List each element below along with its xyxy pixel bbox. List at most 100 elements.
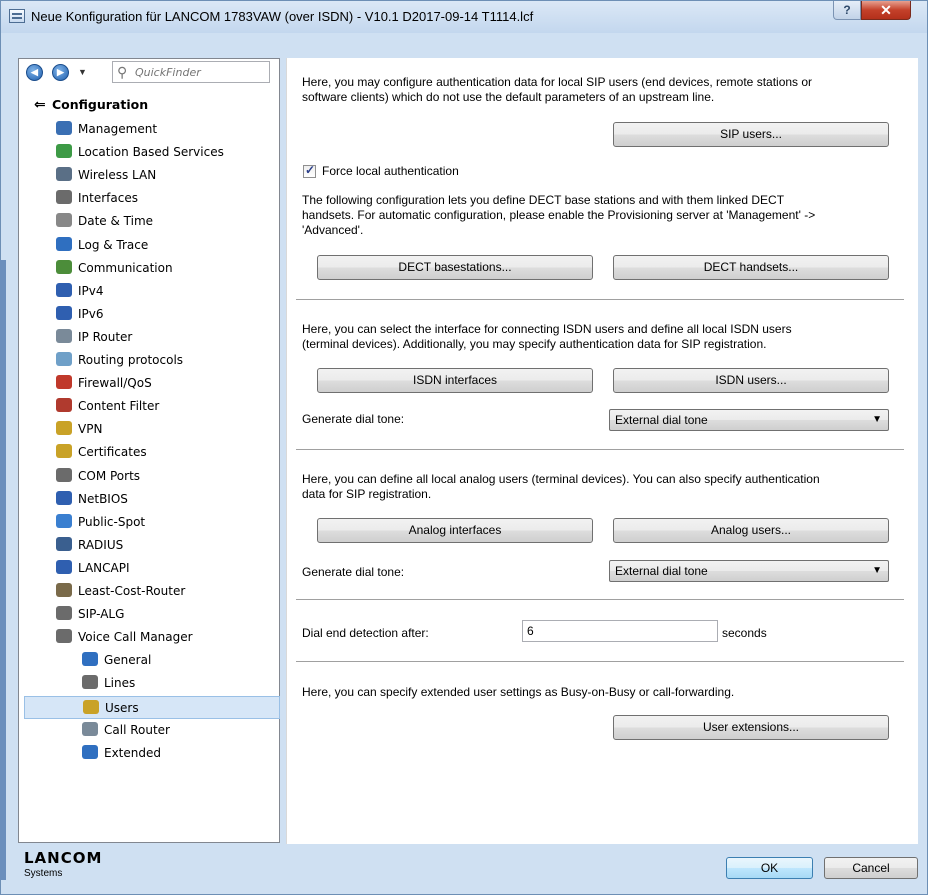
analog-users-button[interactable]: Analog users...: [613, 518, 889, 543]
lancom-logo-sub: Systems: [24, 868, 63, 879]
back-button[interactable]: ◀: [26, 64, 43, 81]
wlan-icon: [56, 167, 72, 182]
publicspot-icon: [56, 513, 72, 528]
help-button[interactable]: ?: [833, 1, 861, 20]
tree-root-configuration[interactable]: ⇐ Configuration: [34, 94, 148, 116]
lock-icon: [56, 421, 72, 436]
history-dropdown-icon[interactable]: ▼: [78, 67, 87, 77]
tree-item-label: Voice Call Manager: [78, 630, 193, 645]
isdn-dial-tone-label: Generate dial tone:: [302, 412, 405, 426]
tree-item-content-filter[interactable]: Content Filter: [24, 395, 280, 418]
routing-icon: [56, 352, 72, 366]
tree-item-netbios[interactable]: NetBIOS: [24, 488, 280, 511]
tree-item-certificates[interactable]: Certificates: [24, 441, 280, 464]
tree-item-label: Users: [105, 700, 139, 715]
tree-item-log-trace[interactable]: Log & Trace: [24, 234, 280, 257]
tree-item-lancapi[interactable]: LANCAPI: [24, 557, 280, 580]
close-button[interactable]: ✕: [861, 1, 911, 20]
tree-item-label: NetBIOS: [78, 491, 128, 506]
tree-item-general[interactable]: General: [24, 649, 280, 672]
tree-item-label: Extended: [104, 745, 161, 760]
user-extensions-button[interactable]: User extensions...: [613, 715, 889, 740]
sip-description: Here, you may configure authentication d…: [302, 75, 813, 104]
analog-interfaces-button[interactable]: Analog interfaces: [317, 518, 593, 543]
tree-item-label: IPv4: [78, 283, 104, 298]
network-icon: [56, 490, 72, 505]
dial-end-input[interactable]: 6: [522, 620, 718, 642]
tree-item-least-cost-router[interactable]: Least-Cost-Router: [24, 580, 280, 603]
tree-item-radius[interactable]: RADIUS: [24, 534, 280, 557]
tree-item-communication[interactable]: Communication: [24, 257, 280, 280]
tree-item-label: Call Router: [104, 722, 170, 737]
tree-item-location-based-services[interactable]: Location Based Services: [24, 141, 280, 164]
window-icon: [9, 9, 25, 23]
tree-item-ipv4[interactable]: IPv4: [24, 280, 280, 303]
forward-button[interactable]: ▶: [52, 64, 69, 81]
dect-basestations-button[interactable]: DECT basestations...: [317, 255, 593, 280]
network-icon: [56, 305, 72, 320]
title-bar[interactable]: Neue Konfiguration für LANCOM 1783VAW (o…: [1, 1, 927, 33]
management-icon: [56, 121, 72, 135]
isdn-dial-tone-select[interactable]: External dial tone ▼: [609, 409, 889, 431]
dial-end-label: Dial end detection after:: [302, 626, 429, 640]
quickfinder-box[interactable]: ⚲: [112, 61, 270, 83]
tree-item-voice-call-manager[interactable]: Voice Call Manager: [24, 626, 280, 649]
filter-icon: [56, 398, 72, 413]
tree-item-call-router[interactable]: Call Router: [24, 719, 280, 742]
dect-description: The following configuration lets you def…: [302, 193, 816, 237]
radius-icon: [56, 536, 72, 551]
tree-item-label: Certificates: [78, 445, 147, 460]
tree-item-wireless-lan[interactable]: Wireless LAN: [24, 164, 280, 187]
tree-item-label: LANCAPI: [78, 560, 130, 575]
tree-item-interfaces[interactable]: Interfaces: [24, 187, 280, 210]
isdn-interfaces-button[interactable]: ISDN interfaces: [317, 368, 593, 393]
communication-icon: [56, 259, 72, 274]
dect-handsets-button[interactable]: DECT handsets...: [613, 255, 889, 280]
tree-item-firewall-qos[interactable]: Firewall/QoS: [24, 372, 280, 395]
tree-item-ip-router[interactable]: IP Router: [24, 326, 280, 349]
tree-item-label: IPv6: [78, 306, 104, 321]
quickfinder-input[interactable]: [135, 64, 265, 80]
tree-item-routing-protocols[interactable]: Routing protocols: [24, 349, 280, 372]
tree-item-label: Interfaces: [78, 191, 138, 206]
ok-button[interactable]: OK: [726, 857, 813, 879]
dial-end-unit: seconds: [722, 626, 767, 640]
collapse-arrow-icon[interactable]: ⇐: [34, 94, 52, 116]
cancel-button[interactable]: Cancel: [824, 857, 918, 879]
tree-item-label: Firewall/QoS: [78, 376, 152, 391]
phone-icon: [56, 629, 72, 644]
sip-users-button[interactable]: SIP users...: [613, 122, 889, 147]
force-local-auth-checkbox[interactable]: [303, 163, 316, 178]
isdn-users-button[interactable]: ISDN users...: [613, 368, 889, 393]
tree-item-date-time[interactable]: Date & Time: [24, 210, 280, 233]
tree-item-label: Date & Time: [78, 214, 154, 229]
info-icon: [56, 236, 72, 251]
analog-dial-tone-value: External dial tone: [615, 564, 708, 578]
certificate-icon: [56, 444, 72, 459]
tree-item-com-ports[interactable]: COM Ports: [24, 465, 280, 488]
search-icon: ⚲: [117, 64, 128, 80]
tree-item-extended[interactable]: Extended: [24, 742, 280, 765]
tree-item-label: General: [104, 653, 152, 668]
users-icon: [83, 699, 99, 714]
tree-item-public-spot[interactable]: Public-Spot: [24, 511, 280, 534]
clock-icon: [56, 213, 72, 228]
tree-item-label: IP Router: [78, 329, 133, 344]
firewall-icon: [56, 375, 72, 390]
tree-item-label: Routing protocols: [78, 353, 184, 367]
analog-dial-tone-select[interactable]: External dial tone ▼: [609, 560, 889, 582]
tree-item-users[interactable]: Users: [24, 695, 280, 719]
tree-item-label: Least-Cost-Router: [78, 584, 186, 598]
background-window-edge: [0, 260, 6, 880]
tree-item-ipv6[interactable]: IPv6: [24, 303, 280, 326]
network-icon: [56, 282, 72, 297]
tree-item-management[interactable]: Management: [24, 118, 280, 141]
com-icon: [56, 467, 72, 482]
tree-item-vpn[interactable]: VPN: [24, 418, 280, 441]
divider: [296, 599, 904, 600]
general-icon: [82, 652, 98, 667]
tree-item-label: Lines: [104, 676, 136, 691]
tree-item-sip-alg[interactable]: SIP-ALG: [24, 603, 280, 626]
isdn-dial-tone-value: External dial tone: [615, 413, 708, 427]
tree-item-lines[interactable]: Lines: [24, 672, 280, 695]
